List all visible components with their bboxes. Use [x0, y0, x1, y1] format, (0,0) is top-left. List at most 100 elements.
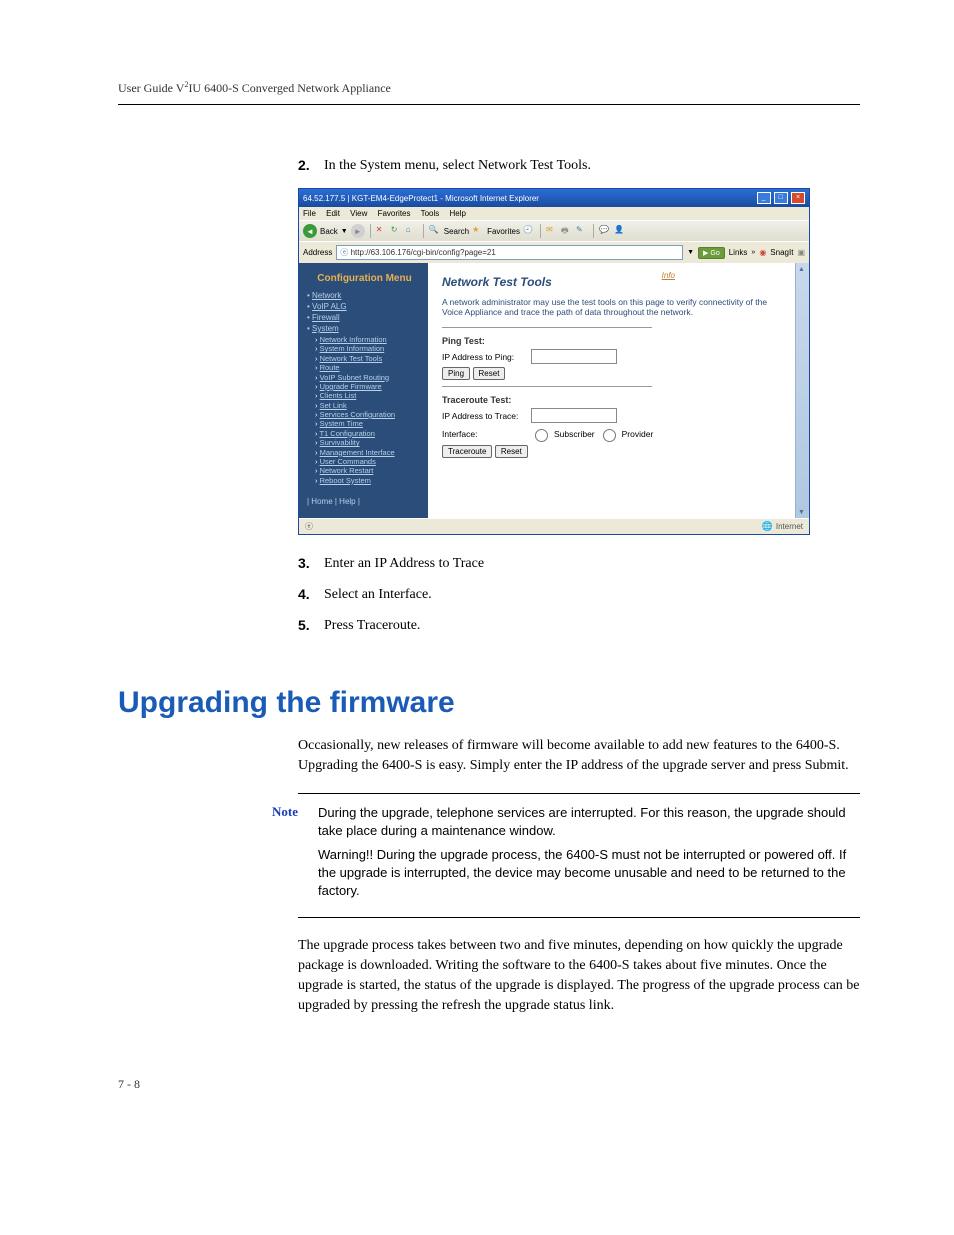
- page-number: 7 - 8: [118, 1077, 860, 1092]
- step-number: 2.: [298, 155, 324, 176]
- back-icon[interactable]: ◄: [303, 224, 317, 238]
- forward-icon[interactable]: ►: [351, 224, 365, 238]
- ping-button[interactable]: Ping: [442, 367, 470, 380]
- radio-provider-label: Provider: [622, 429, 654, 439]
- back-label[interactable]: Back: [320, 227, 338, 236]
- mail-icon[interactable]: ✉: [546, 225, 558, 237]
- divider: [442, 386, 652, 387]
- address-input[interactable]: ⓔ http://63.106.176/cgi-bin/config?page=…: [336, 245, 683, 260]
- step-text: Enter an IP Address to Trace: [324, 553, 484, 574]
- radio-subscriber[interactable]: [535, 429, 548, 442]
- main-title: Network Test Tools: [442, 275, 781, 289]
- ie-menubar: File Edit View Favorites Tools Help: [299, 207, 809, 220]
- menu-help[interactable]: Help: [450, 209, 466, 218]
- sidebar-sub-services[interactable]: Services Configuration: [320, 410, 395, 419]
- menu-file[interactable]: File: [303, 209, 316, 218]
- sidebar-sub-netrestart[interactable]: Network Restart: [320, 466, 374, 475]
- sidebar-sub-upgrade[interactable]: Upgrade Firmware: [320, 382, 382, 391]
- go-button[interactable]: ▶ Go: [698, 247, 725, 259]
- step-5: 5. Press Traceroute.: [298, 615, 860, 636]
- ie-statusbar: ⓔ 🌐 Internet: [299, 518, 809, 534]
- snagit-window-icon[interactable]: ▣: [797, 248, 805, 257]
- sidebar-sub-nettest[interactable]: Network Test Tools: [320, 354, 383, 363]
- sidebar-sub-clients[interactable]: Clients List: [320, 391, 357, 400]
- window-title: 64.52.177.5 | KGT-EM4-EdgeProtect1 - Mic…: [303, 194, 539, 203]
- para-process: The upgrade process takes between two an…: [298, 936, 860, 1017]
- ping-input[interactable]: [531, 349, 617, 364]
- snagit-icon[interactable]: ◉: [759, 248, 766, 257]
- sidebar-footer[interactable]: | Home | Help |: [307, 497, 422, 506]
- menu-favorites[interactable]: Favorites: [378, 209, 411, 218]
- sidebar-item-system[interactable]: System: [312, 324, 339, 333]
- ping-reset-button[interactable]: Reset: [473, 367, 506, 380]
- favorites-label[interactable]: Favorites: [487, 227, 520, 236]
- sidebar-sub-route[interactable]: Route: [320, 363, 340, 372]
- window-titlebar: 64.52.177.5 | KGT-EM4-EdgeProtect1 - Mic…: [299, 189, 809, 207]
- trace-label: IP Address to Trace:: [442, 411, 527, 421]
- stop-icon[interactable]: ✕: [376, 225, 388, 237]
- ping-label: IP Address to Ping:: [442, 352, 527, 362]
- step-4: 4. Select an Interface.: [298, 584, 860, 605]
- discuss-icon[interactable]: 💬: [599, 225, 611, 237]
- sidebar-sub-reboot[interactable]: Reboot System: [320, 476, 371, 485]
- divider: [442, 327, 652, 328]
- menu-tools[interactable]: Tools: [421, 209, 440, 218]
- section-heading: Upgrading the firmware: [118, 686, 860, 720]
- main-desc: A network administrator may use the test…: [442, 297, 781, 317]
- print-icon[interactable]: 🖶: [561, 225, 573, 237]
- iface-label: Interface:: [442, 429, 527, 439]
- sidebar-sub-usercmd[interactable]: User Commands: [320, 457, 376, 466]
- links-label[interactable]: Links: [729, 248, 748, 257]
- radio-subscriber-label: Subscriber: [554, 429, 595, 439]
- sidebar-item-firewall[interactable]: Firewall: [312, 313, 340, 322]
- status-zone: Internet: [776, 522, 803, 531]
- status-left: ⓔ: [305, 521, 313, 532]
- step-number: 4.: [298, 584, 324, 605]
- messenger-icon[interactable]: 👤: [614, 225, 626, 237]
- sidebar-sub-setlink[interactable]: Set Link: [320, 401, 347, 410]
- history-icon[interactable]: 🕘: [523, 225, 535, 237]
- favorites-icon[interactable]: ★: [472, 225, 484, 237]
- trace-input[interactable]: [531, 408, 617, 423]
- sidebar-title: Configuration Menu: [307, 273, 422, 285]
- sidebar-sub-t1conf[interactable]: T1 Configuration: [319, 429, 374, 438]
- address-label: Address: [303, 248, 332, 257]
- note-text: During the upgrade, telephone services a…: [318, 804, 860, 907]
- header-rule: [118, 104, 860, 105]
- sidebar-sub-mgmt[interactable]: Management Interface: [320, 448, 395, 457]
- sidebar-sub-voipsubnet[interactable]: VoIP Subnet Routing: [320, 373, 390, 382]
- note-p1: During the upgrade, telephone services a…: [318, 804, 860, 840]
- sidebar-sub-survive[interactable]: Survivability: [320, 438, 360, 447]
- trace-reset-button[interactable]: Reset: [495, 445, 528, 458]
- traceroute-button[interactable]: Traceroute: [442, 445, 492, 458]
- sidebar-item-voip[interactable]: VoIP ALG: [312, 302, 347, 311]
- menu-edit[interactable]: Edit: [326, 209, 340, 218]
- radio-provider[interactable]: [603, 429, 616, 442]
- step-2: 2. In the System menu, select Network Te…: [298, 155, 860, 176]
- step-number: 3.: [298, 553, 324, 574]
- address-bar: Address ⓔ http://63.106.176/cgi-bin/conf…: [299, 241, 809, 263]
- sidebar-sub-sysinfo[interactable]: System Information: [320, 344, 385, 353]
- home-icon[interactable]: ⌂: [406, 225, 418, 237]
- ie-toolbar: ◄ Back ▼ ► ✕ ↻ ⌂ 🔍 Search ★ Favorites 🕘 …: [299, 220, 809, 241]
- info-link[interactable]: Info: [662, 271, 675, 280]
- refresh-icon[interactable]: ↻: [391, 225, 403, 237]
- search-icon[interactable]: 🔍: [429, 225, 441, 237]
- maximize-icon[interactable]: □: [774, 192, 788, 204]
- scrollbar[interactable]: [795, 263, 809, 518]
- sidebar-item-network[interactable]: Network: [312, 291, 341, 300]
- main-panel: Info Network Test Tools A network admini…: [428, 263, 795, 518]
- step-text: Press Traceroute.: [324, 615, 420, 636]
- internet-zone-icon: 🌐: [762, 521, 773, 532]
- search-label[interactable]: Search: [444, 227, 469, 236]
- sidebar-sub-netinfo[interactable]: Network Information: [320, 335, 387, 344]
- menu-view[interactable]: View: [350, 209, 367, 218]
- snagit-label[interactable]: SnagIt: [770, 248, 793, 257]
- close-icon[interactable]: ×: [791, 192, 805, 204]
- ping-title: Ping Test:: [442, 336, 781, 346]
- minimize-icon[interactable]: _: [757, 192, 771, 204]
- sidebar-sub-systime[interactable]: System Time: [320, 419, 363, 428]
- edit-icon[interactable]: ✎: [576, 225, 588, 237]
- trace-title: Traceroute Test:: [442, 395, 781, 405]
- note-p2: Warning!! During the upgrade process, th…: [318, 846, 860, 901]
